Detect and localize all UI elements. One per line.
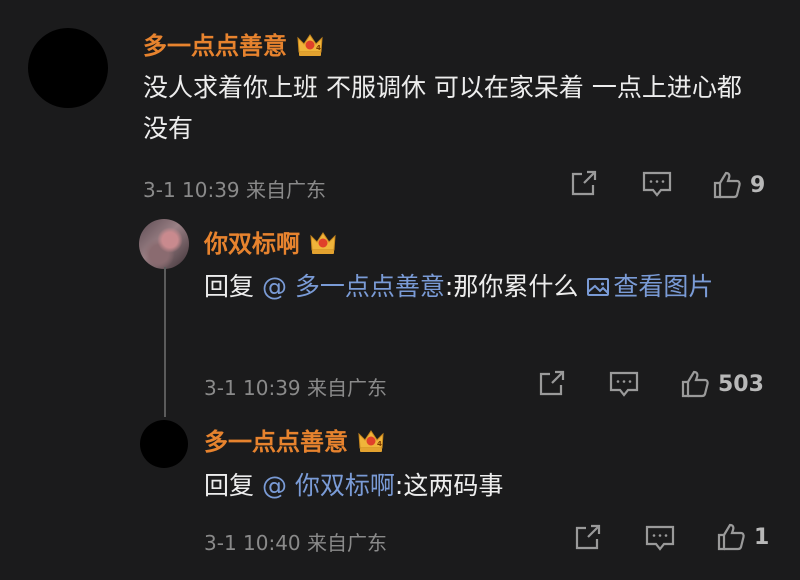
crown-badge-icon	[310, 231, 336, 254]
svg-text:4: 4	[377, 440, 382, 448]
thumbs-up-icon	[717, 523, 745, 551]
thumbs-up-icon	[713, 171, 741, 199]
timestamp: 3-1 10:40	[204, 531, 301, 555]
like-button[interactable]: 503	[680, 369, 764, 399]
comment-meta: 3-1 10:40 来自广东	[204, 527, 387, 556]
svg-text:4: 4	[316, 44, 321, 52]
comment-meta: 3-1 10:39 来自广东	[143, 174, 326, 203]
thumbs-up-icon	[681, 370, 709, 398]
reply-button[interactable]	[641, 170, 673, 198]
comment-icon	[609, 371, 639, 397]
share-icon	[575, 524, 601, 550]
mention-link[interactable]: @ 你双标啊	[262, 471, 395, 500]
mention-link[interactable]: @ 多一点点善意	[262, 272, 445, 301]
reply-button[interactable]	[644, 524, 676, 552]
like-button[interactable]: 1	[716, 522, 769, 552]
share-button[interactable]	[536, 370, 568, 398]
username[interactable]: 多一点点善意 4	[143, 26, 325, 61]
share-icon	[571, 170, 597, 196]
location: 来自广东	[307, 376, 388, 400]
comment-icon	[642, 171, 672, 197]
image-icon	[587, 278, 610, 296]
timestamp: 3-1 10:39	[204, 376, 301, 400]
reply-text: 回复 @ 多一点点善意:那你累什么 查看图片	[204, 272, 714, 301]
timestamp: 3-1 10:39	[143, 178, 240, 202]
view-image-link[interactable]: 查看图片	[586, 272, 713, 301]
location: 来自广东	[307, 531, 388, 555]
reply-text: 回复 @ 你双标啊:这两码事	[204, 471, 504, 500]
crown-badge-icon: 4	[297, 33, 323, 56]
avatar[interactable]	[140, 420, 188, 468]
username[interactable]: 多一点点善意 4	[204, 422, 386, 457]
like-count: 9	[750, 172, 766, 198]
crown-badge-icon: 4	[358, 429, 384, 452]
username-text[interactable]: 多一点点善意	[143, 26, 287, 61]
like-count: 1	[754, 524, 770, 550]
like-count: 503	[718, 371, 764, 397]
location: 来自广东	[246, 178, 327, 202]
comment-icon	[645, 525, 675, 551]
like-button[interactable]: 9	[712, 170, 765, 200]
avatar[interactable]	[139, 219, 189, 269]
comment-text: 没人求着你上班 不服调休 可以在家呆着 一点上进心都没有	[143, 73, 742, 143]
reply-button[interactable]	[608, 370, 640, 398]
comment-meta: 3-1 10:39 来自广东	[204, 372, 387, 401]
username-text[interactable]: 多一点点善意	[204, 422, 348, 457]
thread-line	[164, 267, 166, 417]
share-icon	[539, 370, 565, 396]
username-text[interactable]: 你双标啊	[204, 224, 300, 259]
share-button[interactable]	[572, 524, 604, 552]
share-button[interactable]	[568, 170, 600, 198]
username[interactable]: 你双标啊	[204, 224, 338, 259]
avatar[interactable]	[28, 28, 108, 108]
